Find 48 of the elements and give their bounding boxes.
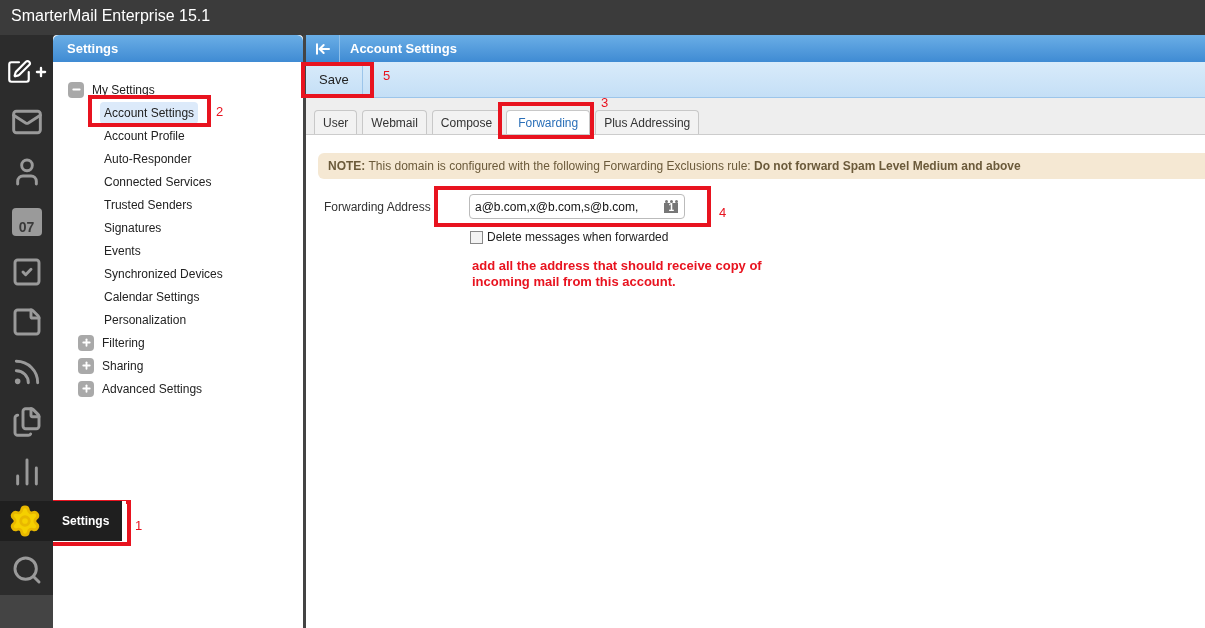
checkbox[interactable] [470, 230, 483, 244]
tree-item[interactable]: Personalization [100, 308, 191, 331]
panel-title: Settings [67, 39, 119, 58]
tree-item[interactable]: Signatures [100, 216, 166, 239]
address-book-icon[interactable]: 1 [664, 200, 678, 213]
note-banner: NOTE: This domain is configured with the following Forwarding Exclusions rule: Do not forward Spam Level Medium and above [318, 153, 1205, 179]
annotation-number: 4 [719, 204, 727, 222]
gears-icon [8, 504, 42, 538]
tree-item[interactable]: Advanced Settings [102, 379, 203, 398]
instruction-text: add all the address that should receive copy of incoming mail from this account. [472, 258, 763, 290]
expand-toggle[interactable] [78, 334, 94, 351]
forwarding-address-field[interactable]: a@b.com,x@b.com,s@b.com, 1 [469, 194, 685, 219]
tree-item[interactable]: Sharing [102, 356, 144, 375]
collapse-toggle[interactable] [68, 81, 84, 98]
tree-item[interactable]: Calendar Settings [100, 285, 204, 308]
tree-item[interactable]: Account Profile [100, 124, 189, 147]
save-button[interactable]: Save [306, 62, 363, 97]
page-title: Account Settings [350, 39, 457, 58]
settings-button[interactable]: Settings [0, 501, 126, 541]
tree-item[interactable]: Trusted Senders [100, 193, 197, 216]
rail-footer [0, 595, 53, 628]
calendar-day: 07 [18, 220, 35, 234]
arrow-left-icon [314, 40, 331, 57]
annotation-number: 1 [135, 517, 143, 535]
tree-item[interactable]: Events [100, 239, 145, 262]
app-title: SmarterMail Enterprise 15.1 [11, 7, 211, 24]
plus-icon [80, 360, 92, 371]
checkbox-label[interactable]: Delete messages when forwarded [487, 228, 669, 246]
annotation-number: 3 [601, 94, 609, 112]
tab[interactable]: User [314, 110, 358, 134]
compose-icon [5, 59, 32, 85]
tree-item[interactable]: Auto-Responder [100, 147, 196, 170]
plus-icon [33, 65, 48, 79]
expand-toggle[interactable] [78, 357, 94, 374]
plus-icon [80, 383, 92, 394]
plus-icon [80, 337, 92, 348]
tree-item[interactable]: Account Settings [100, 101, 199, 124]
tab[interactable]: Webmail [362, 110, 427, 134]
tree-item[interactable]: Filtering [102, 333, 145, 352]
annotation-number: 5 [383, 67, 391, 85]
calendar-button[interactable]: 07 [0, 197, 53, 247]
expand-toggle[interactable] [78, 380, 94, 397]
tab[interactable]: Forwarding [506, 110, 591, 134]
tree-item[interactable]: Connected Services [100, 170, 216, 193]
tab[interactable]: Plus Addressing [595, 110, 700, 134]
annotation-number: 2 [216, 103, 224, 121]
tree-item[interactable]: Synchronized Devices [100, 262, 227, 285]
field-label: Forwarding Address [324, 198, 432, 216]
